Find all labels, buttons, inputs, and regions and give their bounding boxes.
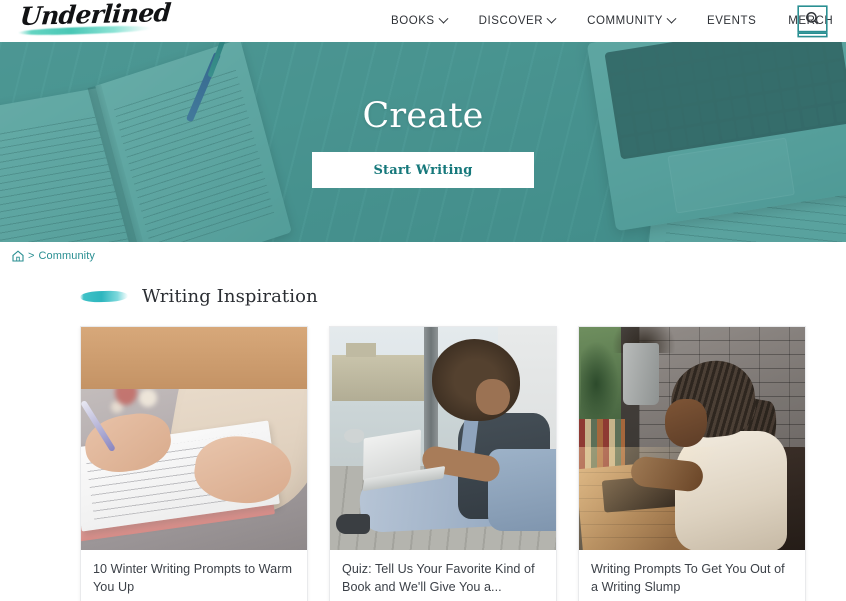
underlined-logo[interactable]: Underlined <box>17 0 172 40</box>
card-body: Writing Prompts To Get You Out of a Writ… <box>579 550 805 601</box>
breadcrumb: > Community <box>0 242 846 270</box>
card-item[interactable]: Quiz: Tell Us Your Favorite Kind of Book… <box>329 326 557 601</box>
page-root: Underlined BOOKS DISCOVER COMMUNITY EVEN… <box>0 0 846 601</box>
card-item[interactable]: 10 Winter Writing Prompts to Warm You Up <box>80 326 308 601</box>
chevron-down-icon <box>546 13 557 24</box>
start-writing-button[interactable]: Start Writing <box>312 152 534 188</box>
nav-item-books[interactable]: BOOKS <box>375 11 463 31</box>
home-icon <box>12 250 24 262</box>
nav-item-discover[interactable]: DISCOVER <box>463 11 571 31</box>
breadcrumb-home-link[interactable] <box>12 250 24 262</box>
card-body: 10 Winter Writing Prompts to Warm You Up <box>81 550 307 601</box>
hero-title: Create <box>362 96 484 136</box>
card-title: 10 Winter Writing Prompts to Warm You Up <box>93 562 292 594</box>
hero-banner: Create Start Writing <box>0 42 846 242</box>
main-nav: BOOKS DISCOVER COMMUNITY EVENTS MERCH <box>375 0 846 42</box>
section-header: Writing Inspiration <box>0 270 846 310</box>
search-button[interactable] <box>797 5 828 38</box>
chevron-down-icon <box>666 13 677 24</box>
chevron-down-icon <box>438 13 449 24</box>
card-image <box>579 327 805 550</box>
card-image <box>330 327 556 550</box>
card-title: Quiz: Tell Us Your Favorite Kind of Book… <box>342 562 535 594</box>
card-grid: 10 Winter Writing Prompts to Warm You Up <box>0 310 846 601</box>
nav-item-community[interactable]: COMMUNITY <box>571 11 691 31</box>
card-item[interactable]: Writing Prompts To Get You Out of a Writ… <box>578 326 806 601</box>
brush-stroke-icon <box>79 289 129 303</box>
section-title: Writing Inspiration <box>142 285 318 307</box>
nav-item-events[interactable]: EVENTS <box>691 11 772 31</box>
nav-label: BOOKS <box>391 15 435 27</box>
hero-content: Create Start Writing <box>0 42 846 242</box>
card-title: Writing Prompts To Get You Out of a Writ… <box>591 562 785 594</box>
nav-label: EVENTS <box>706 15 757 27</box>
nav-label: COMMUNITY <box>587 15 663 27</box>
card-body: Quiz: Tell Us Your Favorite Kind of Book… <box>330 550 556 601</box>
nav-label: DISCOVER <box>478 15 544 27</box>
site-header: Underlined BOOKS DISCOVER COMMUNITY EVEN… <box>0 0 846 42</box>
card-image <box>81 327 307 550</box>
breadcrumb-item-community[interactable]: Community <box>38 250 95 262</box>
search-book-icon <box>797 5 828 38</box>
breadcrumb-separator: > <box>28 249 35 262</box>
